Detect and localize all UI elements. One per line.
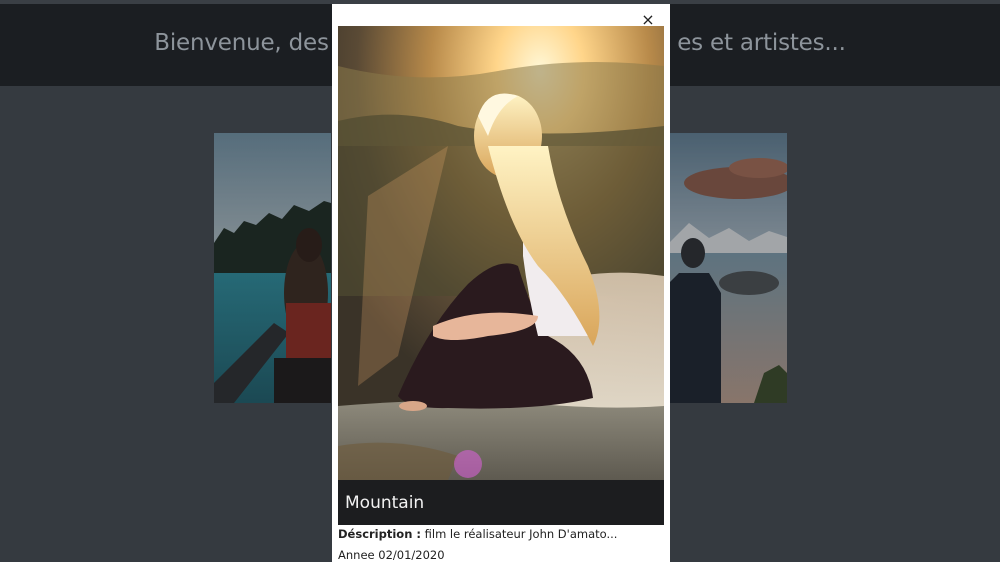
image-modal: × Mountain Déscription: film le réalisa… <box>332 4 670 562</box>
card-overlay <box>669 133 787 403</box>
card-overlay <box>214 133 331 403</box>
year-label: Annee <box>338 548 375 562</box>
caption-bar: Mountain <box>338 480 664 525</box>
year-line: Annee 02/01/2020 <box>338 548 445 562</box>
description-text: film le réalisateur John D'amato... <box>420 527 618 541</box>
description-label: Déscription : <box>338 527 421 541</box>
mountain-photo <box>338 26 664 480</box>
modal-photo <box>338 26 664 480</box>
gallery-card-left[interactable] <box>214 133 331 403</box>
year-value: 02/01/2020 <box>378 548 445 562</box>
gallery-card-right[interactable] <box>669 133 787 403</box>
photo-title: Mountain <box>345 492 425 513</box>
description-line: Déscription : film le réalisateur John D… <box>338 527 664 541</box>
page: Bienvenue, des es et artistes... × Mount… <box>0 0 1000 562</box>
